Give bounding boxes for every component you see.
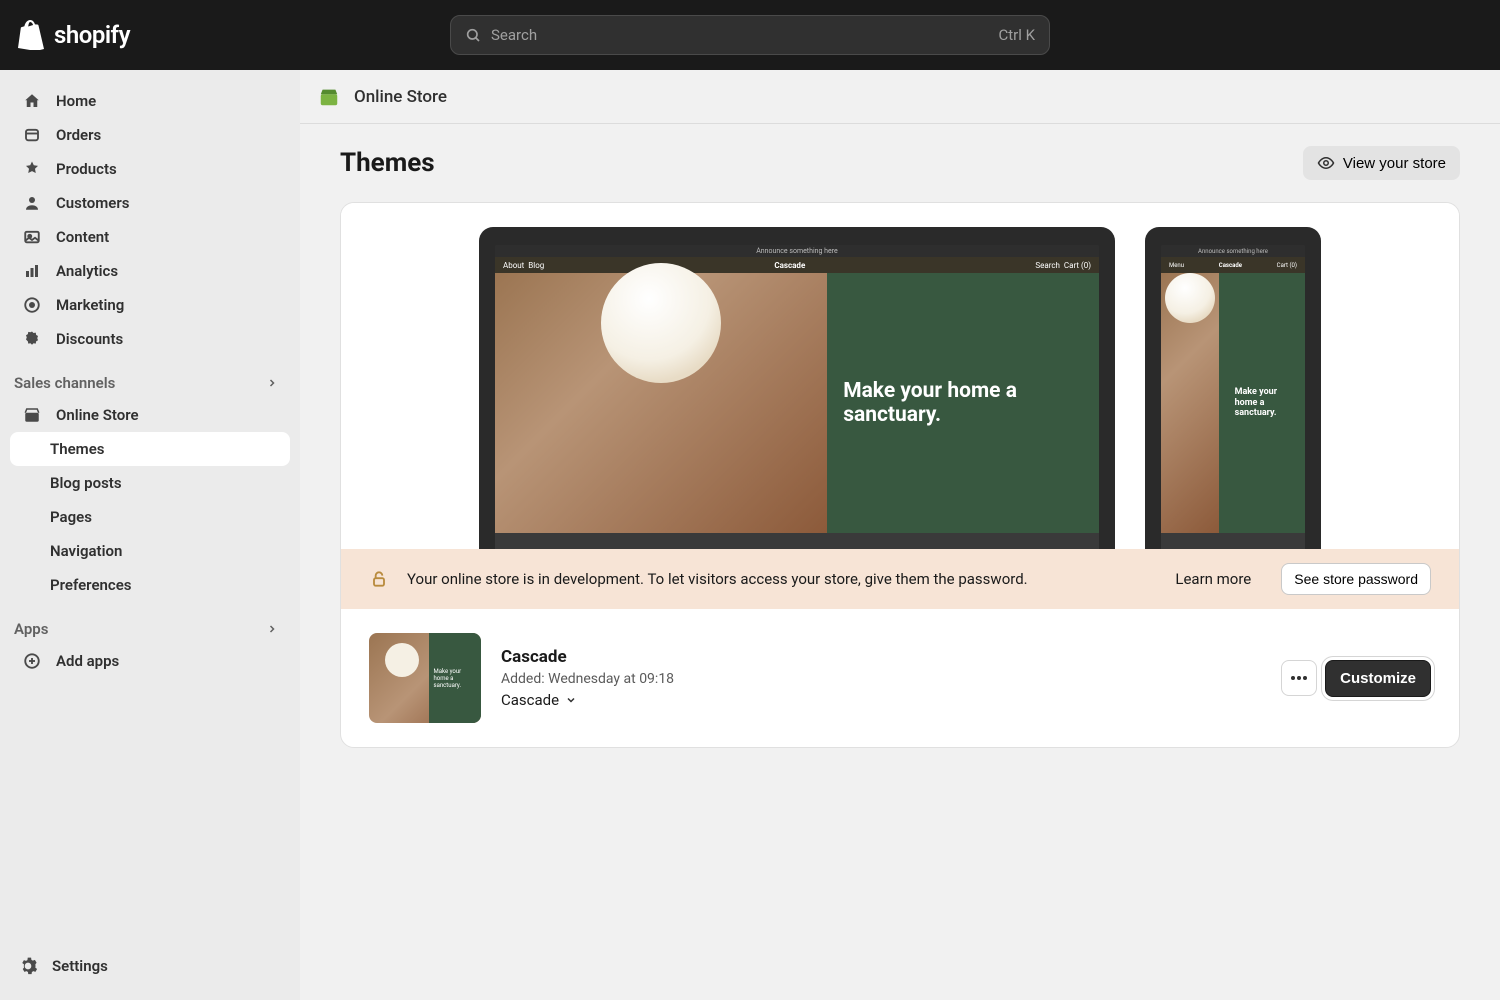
search-shortcut: Ctrl K — [998, 26, 1035, 44]
preview-nav: About Blog Cascade Search Cart (0) — [495, 257, 1099, 273]
topbar: shopify Search Ctrl K — [0, 0, 1500, 70]
store-icon — [318, 86, 340, 108]
nav-label: Products — [56, 160, 117, 178]
products-icon — [22, 160, 42, 178]
theme-picker[interactable]: Cascade — [501, 691, 1261, 709]
chevron-right-icon — [266, 623, 278, 635]
content-icon — [22, 228, 42, 246]
customize-button[interactable]: Customize — [1325, 660, 1431, 697]
sub-label: Pages — [50, 508, 92, 526]
sidebar-item-content[interactable]: Content — [10, 220, 290, 254]
sidebar-item-home[interactable]: Home — [10, 84, 290, 118]
sidebar-sub-preferences[interactable]: Preferences — [10, 568, 290, 602]
section-label: Apps — [14, 620, 48, 638]
brand-word: shopify — [54, 21, 130, 49]
section-label: Sales channels — [14, 374, 115, 392]
gear-icon — [18, 956, 38, 976]
nav-label: Add apps — [56, 652, 119, 670]
chevron-right-icon — [266, 377, 278, 389]
theme-preview: Announce something here About Blog Casca… — [341, 203, 1459, 549]
home-icon — [22, 92, 42, 110]
see-password-button[interactable]: See store password — [1281, 563, 1431, 595]
nav-label: Marketing — [56, 296, 124, 314]
customers-icon — [22, 194, 42, 212]
nav-label: Home — [56, 92, 96, 110]
lamp-graphic — [1165, 273, 1215, 323]
theme-card: Announce something here About Blog Casca… — [340, 202, 1460, 748]
sidebar-sub-themes[interactable]: Themes — [10, 432, 290, 466]
sidebar-sub-navigation[interactable]: Navigation — [10, 534, 290, 568]
sidebar: Home Orders Products Customers Content A… — [0, 70, 300, 1000]
nav-label: Content — [56, 228, 109, 246]
nav-label: Settings — [52, 957, 108, 975]
theme-info: Cascade Added: Wednesday at 09:18 Cascad… — [501, 647, 1261, 709]
brand-logo[interactable]: shopify — [18, 20, 130, 50]
preview-hero-text: Make your home a sanctuary. — [843, 379, 1083, 427]
lock-icon — [369, 569, 389, 589]
sub-label: Preferences — [50, 576, 132, 594]
page-title: Themes — [340, 148, 435, 178]
orders-icon — [22, 126, 42, 144]
nav-label: Online Store — [56, 406, 139, 424]
store-icon — [22, 406, 42, 424]
lamp-graphic — [601, 263, 721, 383]
banner-message: Your online store is in development. To … — [407, 570, 1157, 588]
nav-label: Analytics — [56, 262, 118, 280]
chevron-down-icon — [565, 694, 577, 706]
search-placeholder: Search — [491, 26, 537, 44]
theme-added: Added: Wednesday at 09:18 — [501, 671, 1261, 687]
view-store-button[interactable]: View your store — [1303, 146, 1460, 180]
nav-label: Orders — [56, 126, 101, 144]
sidebar-item-customers[interactable]: Customers — [10, 186, 290, 220]
preview-mobile: Announce something here Menu Cascade Car… — [1145, 227, 1321, 549]
shopify-bag-icon — [18, 20, 44, 50]
theme-name: Cascade — [501, 647, 1261, 667]
sidebar-item-marketing[interactable]: Marketing — [10, 288, 290, 322]
preview-nav: Menu Cascade Cart (0) — [1161, 257, 1305, 273]
section-apps[interactable]: Apps — [10, 602, 290, 644]
sidebar-item-online-store[interactable]: Online Store — [10, 398, 290, 432]
preview-announce: Announce something here — [1161, 245, 1305, 257]
discounts-icon — [22, 330, 42, 348]
sidebar-item-analytics[interactable]: Analytics — [10, 254, 290, 288]
sub-label: Themes — [50, 440, 104, 458]
sub-label: Navigation — [50, 542, 122, 560]
nav-label: Customers — [56, 194, 129, 212]
more-actions-button[interactable] — [1281, 660, 1317, 696]
theme-row: Make your home a sanctuary. Cascade Adde… — [341, 609, 1459, 747]
breadcrumb-text: Online Store — [354, 87, 447, 107]
theme-thumbnail: Make your home a sanctuary. — [369, 633, 481, 723]
preview-desktop: Announce something here About Blog Casca… — [479, 227, 1115, 549]
sidebar-item-discounts[interactable]: Discounts — [10, 322, 290, 356]
section-sales-channels[interactable]: Sales channels — [10, 356, 290, 398]
sub-label: Blog posts — [50, 474, 122, 492]
password-banner: Your online store is in development. To … — [341, 549, 1459, 609]
page-header: Themes View your store — [300, 124, 1500, 202]
sidebar-item-add-apps[interactable]: Add apps — [10, 644, 290, 678]
eye-icon — [1317, 154, 1335, 172]
dots-icon — [1291, 676, 1307, 680]
button-label: View your store — [1343, 155, 1446, 172]
add-icon — [22, 652, 42, 670]
sidebar-item-settings[interactable]: Settings — [10, 946, 290, 986]
analytics-icon — [22, 262, 42, 280]
marketing-icon — [22, 296, 42, 314]
breadcrumb-bar: Online Store — [300, 70, 1500, 124]
preview-announce: Announce something here — [495, 245, 1099, 257]
search-input[interactable]: Search Ctrl K — [450, 15, 1050, 55]
nav-label: Discounts — [56, 330, 123, 348]
sidebar-item-orders[interactable]: Orders — [10, 118, 290, 152]
search-icon — [465, 27, 481, 43]
preview-hero-text: Make your home a sanctuary. — [1235, 387, 1289, 418]
learn-more-link[interactable]: Learn more — [1175, 570, 1251, 588]
sidebar-sub-blog-posts[interactable]: Blog posts — [10, 466, 290, 500]
sidebar-sub-pages[interactable]: Pages — [10, 500, 290, 534]
sidebar-item-products[interactable]: Products — [10, 152, 290, 186]
main: Online Store Themes View your store Anno… — [300, 70, 1500, 1000]
